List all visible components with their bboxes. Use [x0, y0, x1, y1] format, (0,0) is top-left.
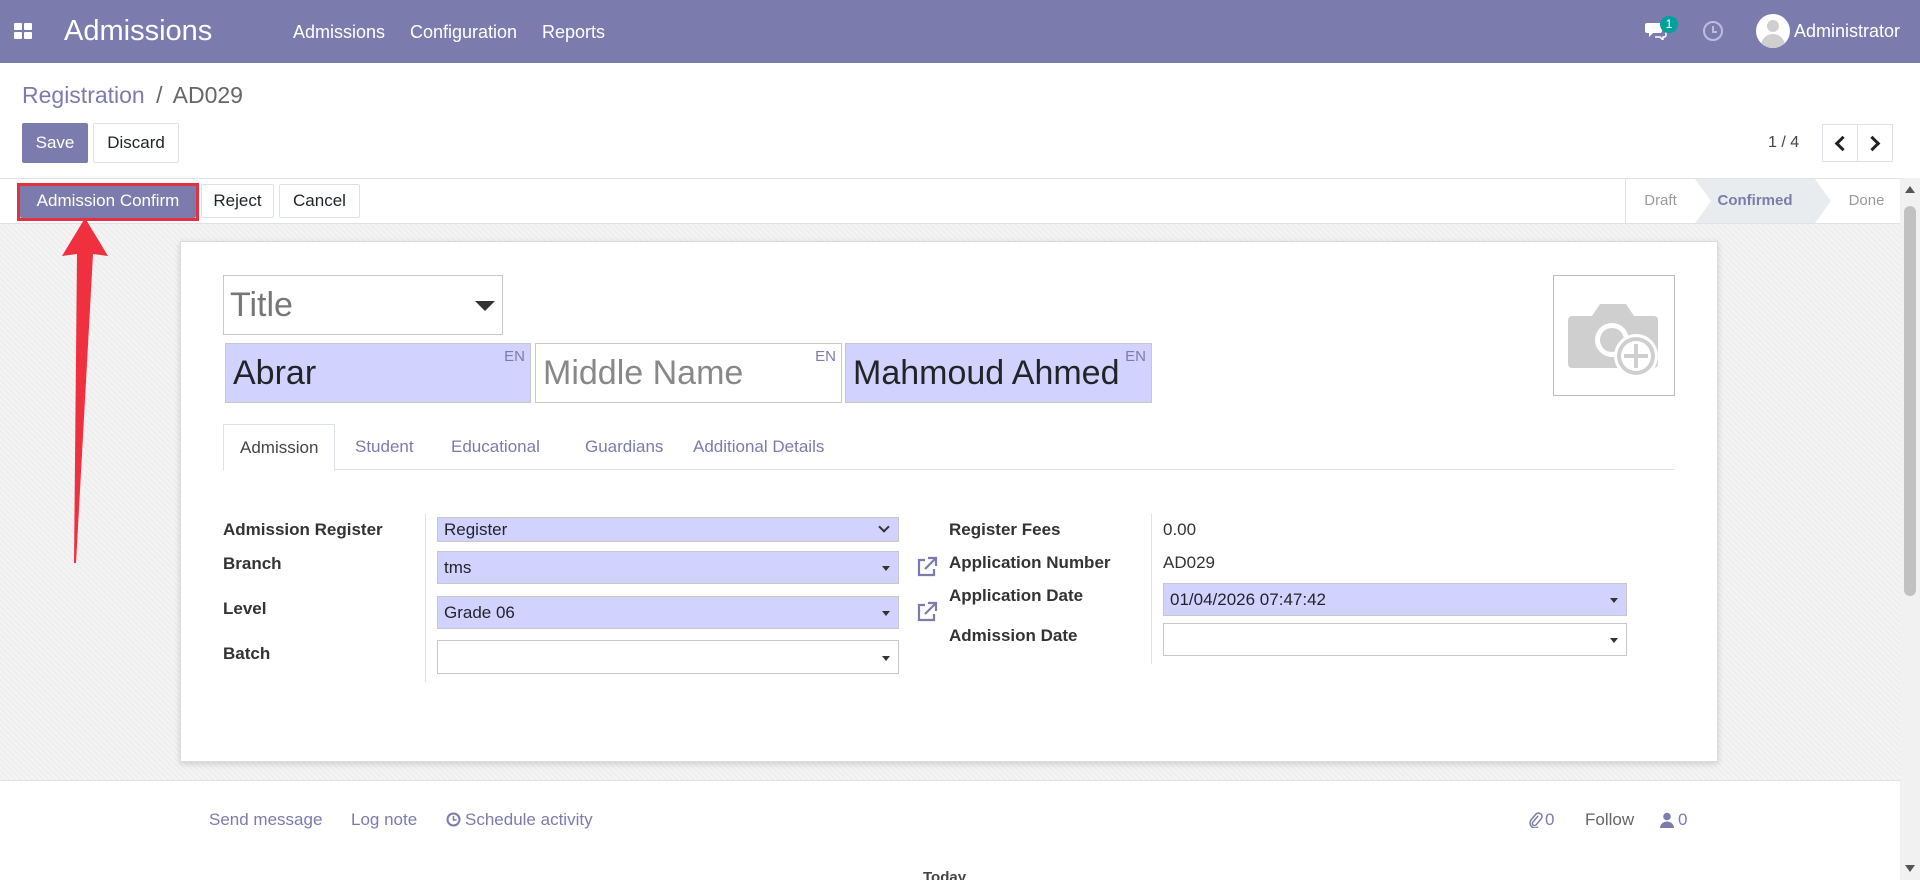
branch-value: tms	[444, 558, 472, 577]
discard-button[interactable]: Discard	[93, 123, 179, 163]
top-navbar: Admissions Admissions Configuration Repo…	[0, 0, 1920, 63]
last-name-field[interactable]: Mahmoud Ahmed EN	[845, 343, 1152, 403]
photo-upload[interactable]	[1553, 275, 1675, 396]
first-name-value: Abrar	[233, 354, 317, 392]
batch-label: Batch	[223, 644, 271, 663]
stage-separator	[1695, 179, 1711, 223]
level-select[interactable]: Grade 06	[437, 596, 899, 629]
admission-register-label: Admission Register	[223, 520, 383, 539]
first-name-field[interactable]: Abrar EN	[225, 343, 531, 403]
field-divider	[425, 514, 426, 682]
menu-admissions[interactable]: Admissions	[293, 21, 385, 43]
external-link-icon[interactable]	[915, 600, 939, 624]
send-message-button[interactable]: Send message	[209, 810, 322, 830]
breadcrumb-current: AD029	[172, 82, 243, 108]
save-button[interactable]: Save	[22, 123, 88, 163]
middle-name-placeholder: Middle Name	[543, 354, 744, 392]
stage-done[interactable]: Done	[1833, 179, 1900, 223]
register-fees-label: Register Fees	[949, 520, 1061, 539]
caret-down-icon	[475, 301, 495, 311]
breadcrumb-parent[interactable]: Registration	[22, 82, 145, 108]
cancel-button[interactable]: Cancel	[279, 184, 360, 218]
activity-clock-icon[interactable]	[1703, 21, 1723, 41]
caret-down-icon	[882, 656, 890, 661]
stage-confirmed[interactable]: Confirmed	[1695, 179, 1815, 223]
tab-additional-details[interactable]: Additional Details	[693, 424, 824, 470]
apps-menu-icon[interactable]	[14, 23, 32, 39]
caret-down-icon	[882, 611, 890, 616]
message-count-badge: 1	[1660, 16, 1678, 33]
user-menu[interactable]: Administrator	[1794, 21, 1900, 42]
follower-count[interactable]: 0	[1678, 810, 1687, 830]
middle-name-field[interactable]: Middle Name EN	[535, 343, 842, 403]
language-tag[interactable]: EN	[1125, 348, 1146, 366]
menu-reports[interactable]: Reports	[542, 21, 605, 43]
tab-admission[interactable]: Admission	[223, 424, 336, 471]
application-number-label: Application Number	[949, 553, 1111, 572]
external-link-icon[interactable]	[915, 555, 939, 579]
admission-date-field[interactable]	[1163, 623, 1627, 656]
form-tabs: Admission Student Educational Guardians …	[223, 424, 1675, 471]
user-avatar[interactable]	[1756, 14, 1790, 48]
title-select[interactable]: Title	[223, 275, 503, 335]
application-date-value: 01/04/2026 07:47:42	[1170, 590, 1326, 609]
application-number-value: AD029	[1163, 553, 1215, 572]
admission-date-label: Admission Date	[949, 626, 1078, 645]
title-placeholder: Title	[230, 286, 293, 324]
chatter: Send message Log note Schedule activity …	[0, 780, 1900, 880]
scroll-up-icon[interactable]	[1905, 186, 1915, 193]
camera-plus-icon	[1568, 304, 1658, 378]
branch-label: Branch	[223, 554, 282, 573]
tab-student[interactable]: Student	[355, 424, 414, 470]
pager-previous-button[interactable]	[1822, 124, 1858, 162]
branch-select[interactable]: tms	[437, 551, 899, 584]
caret-down-icon	[1610, 598, 1618, 603]
pager-next-button[interactable]	[1857, 124, 1893, 162]
scroll-down-icon[interactable]	[1905, 865, 1915, 872]
register-fees-value: 0.00	[1163, 520, 1197, 539]
chevron-right-icon	[1864, 135, 1881, 152]
application-date-label: Application Date	[949, 586, 1084, 605]
scrollbar-thumb[interactable]	[1904, 206, 1916, 596]
level-value: Grade 06	[444, 603, 515, 622]
field-divider	[1151, 514, 1152, 664]
page-scrollbar[interactable]	[1900, 178, 1920, 880]
menu-configuration[interactable]: Configuration	[410, 21, 517, 43]
log-note-button[interactable]: Log note	[351, 810, 417, 830]
tab-guardians[interactable]: Guardians	[585, 424, 663, 470]
stage-draft[interactable]: Draft	[1625, 179, 1695, 223]
breadcrumb: Registration / AD029	[22, 82, 243, 109]
level-label: Level	[223, 599, 267, 618]
language-tag[interactable]: EN	[504, 348, 525, 366]
pager-value: 1 / 4	[1768, 134, 1800, 151]
admission-register-value: Register	[444, 520, 508, 539]
admission-register-select[interactable]: Register	[437, 517, 899, 542]
status-bar: Admission Confirm Reject Cancel Draft Co…	[0, 178, 1900, 224]
form-sheet: Title Abrar EN Middle Name EN Mahmoud Ah…	[180, 241, 1718, 762]
caret-down-icon	[1610, 638, 1618, 643]
annotation-highlight-box	[17, 183, 199, 221]
batch-select[interactable]	[437, 640, 899, 674]
language-tag[interactable]: EN	[815, 348, 836, 366]
followers-icon[interactable]	[1660, 812, 1674, 828]
schedule-activity-button[interactable]: Schedule activity	[465, 810, 593, 830]
reject-button[interactable]: Reject	[201, 184, 274, 218]
application-date-field[interactable]: 01/04/2026 07:47:42	[1163, 583, 1627, 616]
clock-icon	[446, 812, 461, 827]
annotation-arrow-icon	[62, 218, 108, 563]
caret-down-icon	[882, 566, 890, 571]
app-title[interactable]: Admissions	[64, 14, 212, 48]
paperclip-icon[interactable]	[1529, 812, 1543, 828]
attachment-count[interactable]: 0	[1545, 810, 1554, 830]
today-separator: Today	[923, 869, 967, 880]
breadcrumb-separator: /	[156, 82, 163, 108]
chevron-down-icon	[878, 521, 890, 533]
follow-button[interactable]: Follow	[1585, 810, 1634, 830]
stage-separator	[1815, 179, 1831, 223]
tab-educational[interactable]: Educational	[451, 424, 540, 470]
last-name-value: Mahmoud Ahmed	[853, 354, 1120, 392]
chevron-left-icon	[1834, 135, 1851, 152]
